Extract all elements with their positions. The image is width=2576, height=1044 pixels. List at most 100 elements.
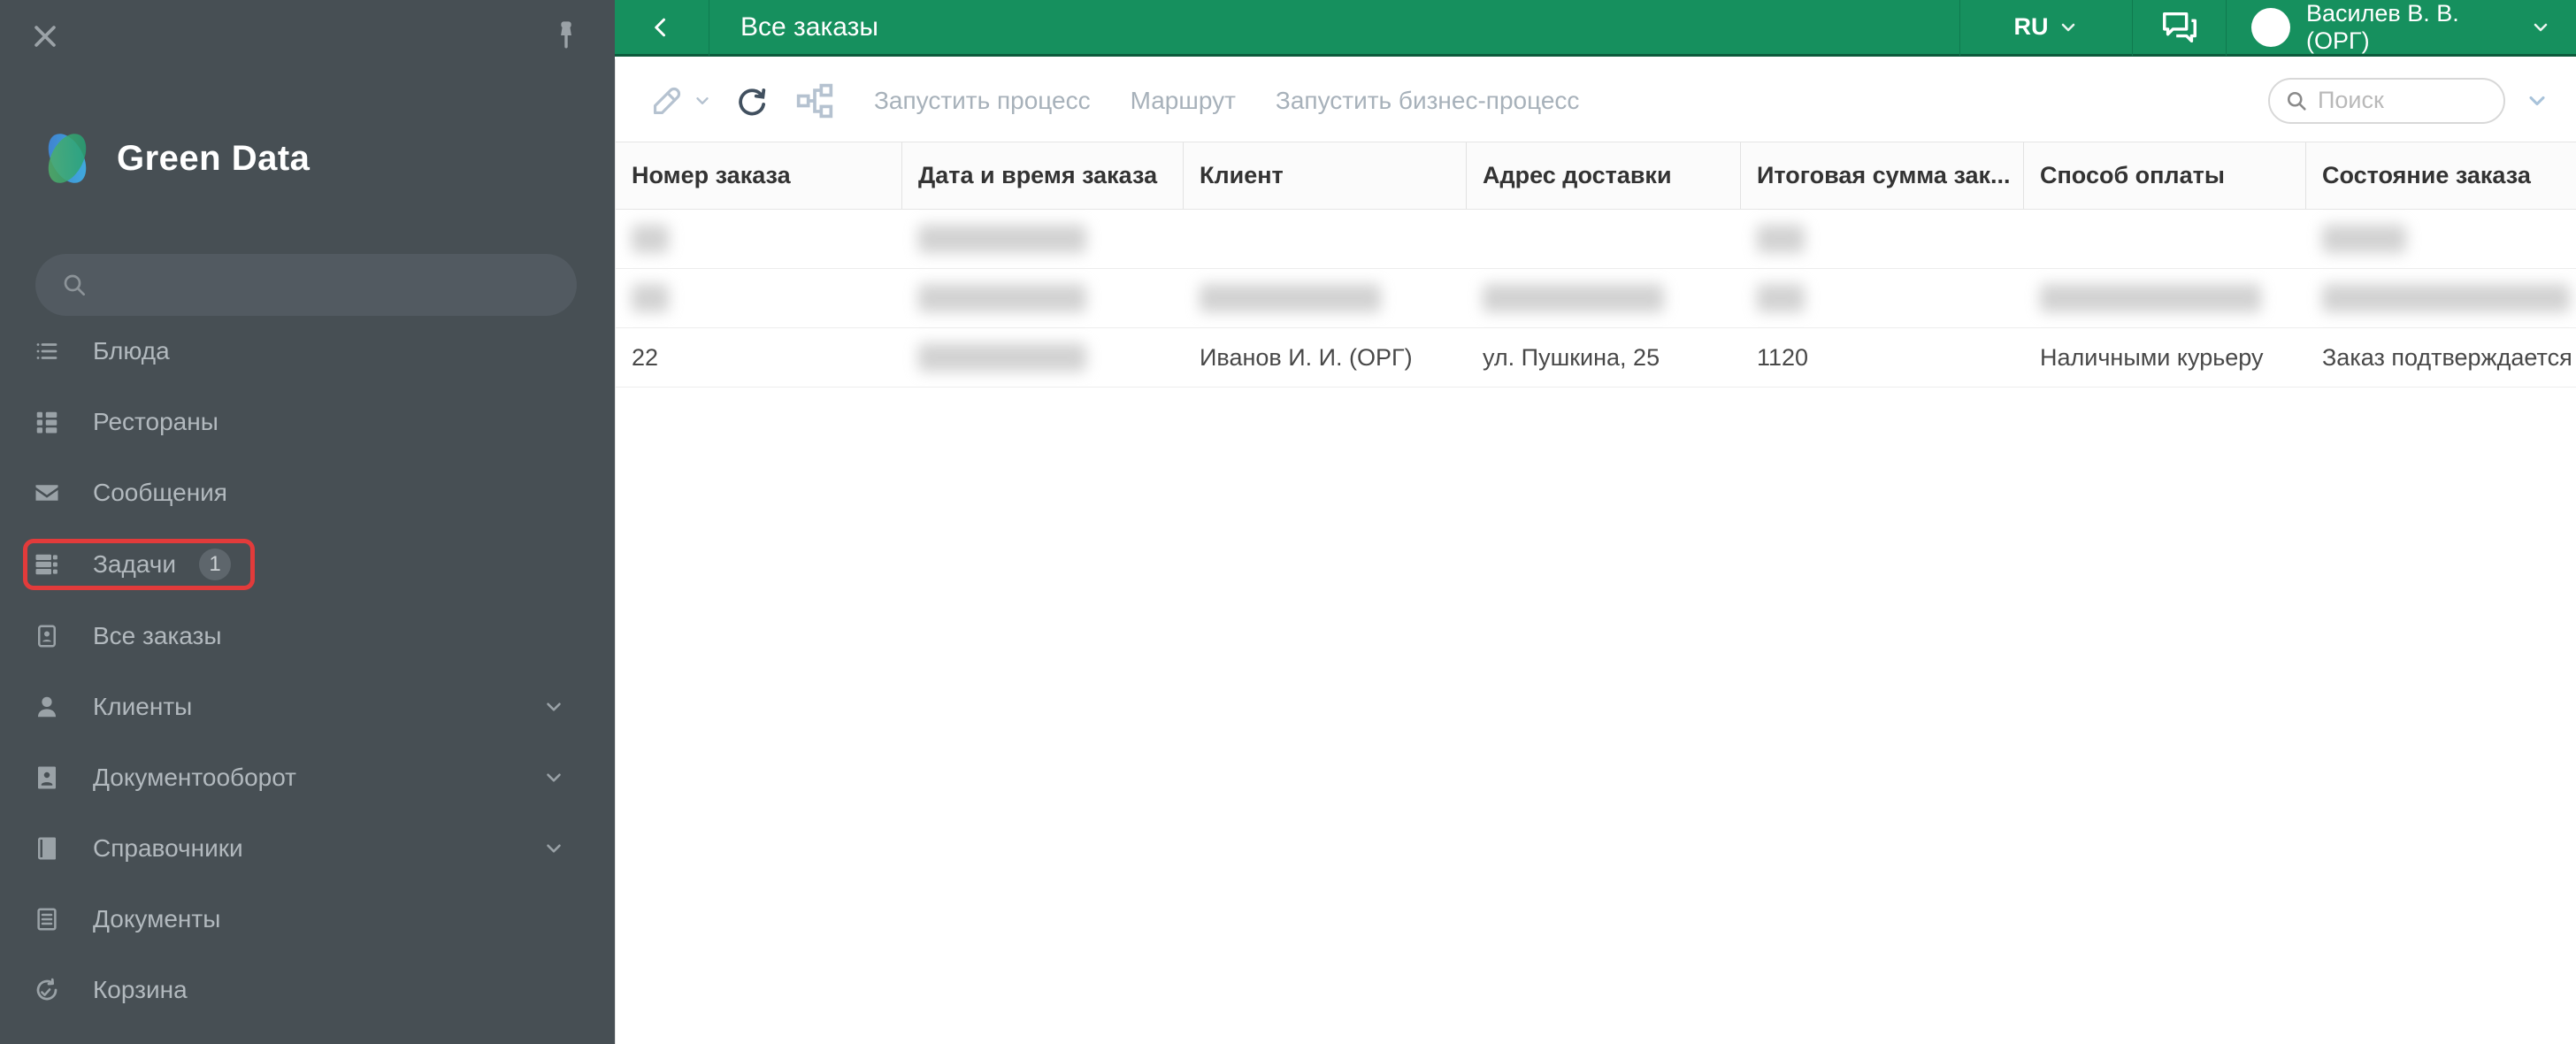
book-icon xyxy=(34,835,60,862)
cell-payment: Наличными курьеру xyxy=(2040,343,2264,371)
sidebar-item-label: Все заказы xyxy=(93,622,222,649)
sidebar-item-label: Задачи xyxy=(93,550,177,578)
mail-icon xyxy=(34,480,60,506)
topbar-right: RU Василев В. В. (ОРГ) xyxy=(1959,0,2576,56)
redacted-order-datetime xyxy=(918,343,1086,372)
sidebar-item-clients[interactable]: Клиенты xyxy=(0,682,615,732)
chevron-down-icon[interactable] xyxy=(542,766,565,789)
orders-icon xyxy=(34,623,60,649)
brand-name: Green Data xyxy=(117,138,310,178)
sidebar-item-label: Корзина xyxy=(93,976,188,1003)
search-icon xyxy=(60,271,88,299)
sidebar-item-label: Клиенты xyxy=(93,693,193,720)
redacted-client xyxy=(1200,284,1381,312)
chevron-down-icon xyxy=(2530,17,2551,38)
sidebar-item-label: Сообщения xyxy=(93,479,227,506)
pin-sidebar-icon[interactable] xyxy=(551,9,581,62)
redacted-status xyxy=(2322,225,2406,253)
redacted-order-number xyxy=(632,225,669,253)
table-row[interactable] xyxy=(616,210,2576,269)
chevron-down-icon xyxy=(2058,17,2079,38)
content: Запустить процесс Маршрут Запустить бизн… xyxy=(615,59,2576,1044)
document-icon xyxy=(34,906,60,933)
language-selector[interactable]: RU xyxy=(1959,0,2132,56)
column-header-order-number[interactable]: Номер заказа xyxy=(616,142,902,209)
sidebar-nav: Блюда Рестораны Сообщения Задачи 1 Все з… xyxy=(0,326,615,1036)
redacted-order-number xyxy=(632,284,669,312)
recycle-icon xyxy=(34,977,60,1003)
cell-address: ул. Пушкина, 25 xyxy=(1483,343,1660,371)
sidebar-item-label: Документы xyxy=(93,905,221,933)
cell-address xyxy=(1467,210,1741,268)
sidebar: Green Data Блюда Рестораны Сообщения Зад… xyxy=(0,0,615,1044)
cell-client xyxy=(1184,210,1467,268)
redacted-address xyxy=(1483,284,1664,312)
chevron-down-icon[interactable] xyxy=(542,695,565,718)
tasks-icon xyxy=(34,551,60,578)
column-header-order-status[interactable]: Состояние заказа xyxy=(2306,142,2576,209)
sidebar-item-label: Справочники xyxy=(93,834,243,862)
table-search-input[interactable] xyxy=(2318,87,2477,114)
chat-icon xyxy=(2159,7,2200,48)
cell-status: Заказ подтверждается xyxy=(2322,343,2572,371)
sidebar-item-all-orders[interactable]: Все заказы xyxy=(0,611,615,661)
sidebar-item-label: Блюда xyxy=(93,337,170,365)
sidebar-search-input[interactable] xyxy=(104,271,529,299)
sidebar-item-references[interactable]: Справочники xyxy=(0,824,615,873)
redacted-status xyxy=(2322,284,2570,312)
cell-payment xyxy=(2024,210,2306,268)
chevron-down-icon[interactable] xyxy=(542,837,565,860)
sidebar-item-documents[interactable]: Документы xyxy=(0,894,615,944)
edit-menu-chevron-icon[interactable] xyxy=(693,91,712,111)
sidebar-item-label: Документооборот xyxy=(93,764,297,791)
page-title: Все заказы xyxy=(740,12,878,42)
chevron-left-icon xyxy=(655,18,665,36)
edit-icon[interactable] xyxy=(650,84,684,118)
sidebar-item-restaurants[interactable]: Рестораны xyxy=(0,397,615,447)
redacted-order-datetime xyxy=(918,225,1086,253)
close-sidebar-icon[interactable] xyxy=(30,21,60,51)
search-icon xyxy=(2284,88,2309,113)
docflow-icon xyxy=(34,764,60,791)
filter-chevron-icon[interactable] xyxy=(2525,88,2549,113)
process-diagram-icon[interactable] xyxy=(795,81,834,120)
sidebar-item-tasks[interactable]: Задачи 1 xyxy=(23,539,255,590)
sidebar-item-messages[interactable]: Сообщения xyxy=(0,468,615,518)
brand-logo-icon xyxy=(35,126,99,191)
run-process-button[interactable]: Запустить процесс xyxy=(874,87,1091,115)
table-row[interactable] xyxy=(616,269,2576,328)
app-window: Green Data Блюда Рестораны Сообщения Зад… xyxy=(0,0,2576,1044)
sidebar-item-trash[interactable]: Корзина xyxy=(0,965,615,1015)
column-header-payment-method[interactable]: Способ оплаты xyxy=(2024,142,2306,209)
user-name: Василев В. В. (ОРГ) xyxy=(2306,0,2459,54)
redacted-total xyxy=(1757,284,1805,312)
column-header-delivery-address[interactable]: Адрес доставки xyxy=(1467,142,1741,209)
sidebar-item-dishes[interactable]: Блюда xyxy=(0,326,615,376)
route-button[interactable]: Маршрут xyxy=(1131,87,1236,115)
table-search[interactable] xyxy=(2268,77,2505,124)
sidebar-item-docflow[interactable]: Документооборот xyxy=(0,753,615,802)
redacted-total xyxy=(1757,225,1805,253)
table-header: Номер заказа Дата и время заказа Клиент … xyxy=(616,142,2576,210)
cell-total: 1120 xyxy=(1757,343,1809,371)
column-header-total[interactable]: Итоговая сумма зак... xyxy=(1741,142,2024,209)
run-business-process-button[interactable]: Запустить бизнес-процесс xyxy=(1276,87,1579,115)
toolbar: Запустить процесс Маршрут Запустить бизн… xyxy=(616,59,2576,142)
refresh-icon[interactable] xyxy=(735,84,769,118)
user-menu[interactable]: Василев В. В. (ОРГ) xyxy=(2226,0,2576,56)
redacted-order-datetime xyxy=(918,284,1086,312)
avatar xyxy=(2251,7,2290,47)
sidebar-item-label: Рестораны xyxy=(93,408,218,435)
chat-button[interactable] xyxy=(2132,0,2226,56)
redacted-payment xyxy=(2040,284,2261,312)
grid-icon xyxy=(34,409,60,435)
cell-order-number: 22 xyxy=(632,343,659,371)
sidebar-search[interactable] xyxy=(35,254,577,316)
column-header-order-datetime[interactable]: Дата и время заказа xyxy=(902,142,1184,209)
table-row[interactable]: 22 Иванов И. И. (ОРГ) ул. Пушкина, 25 11… xyxy=(616,328,2576,388)
column-header-client[interactable]: Клиент xyxy=(1184,142,1467,209)
tasks-count-badge: 1 xyxy=(199,549,232,580)
brand: Green Data xyxy=(35,126,310,191)
person-icon xyxy=(34,694,60,720)
back-button[interactable] xyxy=(615,0,709,56)
